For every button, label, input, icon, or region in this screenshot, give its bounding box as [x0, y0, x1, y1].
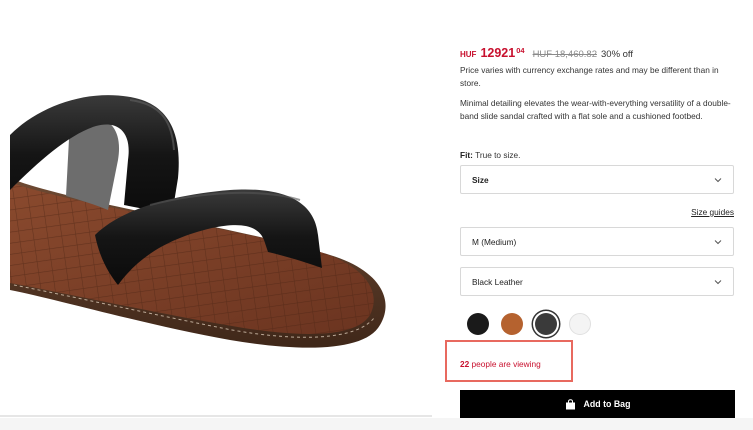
add-to-bag-label: Add to Bag: [583, 399, 631, 409]
original-price: HUF 18,460.82: [532, 49, 597, 60]
fit-label: Fit:: [460, 150, 473, 160]
viewing-text: 22 people are viewing: [460, 359, 541, 369]
size-select-value: Size: [472, 175, 489, 185]
sandal-illustration: [10, 95, 386, 348]
chevron-down-icon: [714, 178, 722, 183]
viewing-count: 22: [460, 359, 470, 369]
discount-label: 30% off: [601, 49, 634, 60]
add-to-bag-button[interactable]: Add to Bag: [460, 390, 735, 418]
product-details: HUF 12921 04 HUF 18,460.82 30% off Price…: [445, 0, 736, 430]
viewing-label: people are viewing: [471, 359, 541, 369]
sale-price: 12921: [480, 46, 516, 60]
fit-info: Fit: True to size.: [460, 150, 520, 160]
width-select[interactable]: M (Medium): [460, 227, 734, 256]
viewing-highlight: 22 people are viewing: [445, 340, 573, 382]
color-select-value: Black Leather: [472, 277, 523, 287]
price-currency: HUF: [460, 50, 477, 59]
chevron-down-icon: [714, 280, 722, 285]
image-divider: [0, 415, 432, 417]
swatch-dark-gray[interactable]: [535, 313, 557, 335]
swatch-cognac[interactable]: [501, 313, 523, 335]
product-description: Minimal detailing elevates the wear-with…: [460, 98, 731, 121]
product-image[interactable]: [0, 0, 432, 418]
color-select[interactable]: Black Leather: [460, 267, 734, 296]
price-row: HUF 12921 04 HUF 18,460.82 30% off: [460, 46, 736, 64]
fit-value: True to size.: [475, 150, 521, 160]
swatch-black[interactable]: [467, 313, 489, 335]
swatch-white[interactable]: [569, 313, 591, 335]
sale-price-cents: 04: [516, 46, 525, 55]
color-swatches: [465, 311, 605, 339]
chevron-down-icon: [714, 240, 722, 245]
shopping-bag-icon: [565, 398, 575, 409]
size-guides-link[interactable]: Size guides: [691, 207, 734, 217]
width-select-value: M (Medium): [472, 237, 517, 247]
size-select[interactable]: Size: [460, 165, 734, 194]
currency-note: Price varies with currency exchange rate…: [460, 65, 719, 88]
bottom-strip: [0, 418, 753, 430]
